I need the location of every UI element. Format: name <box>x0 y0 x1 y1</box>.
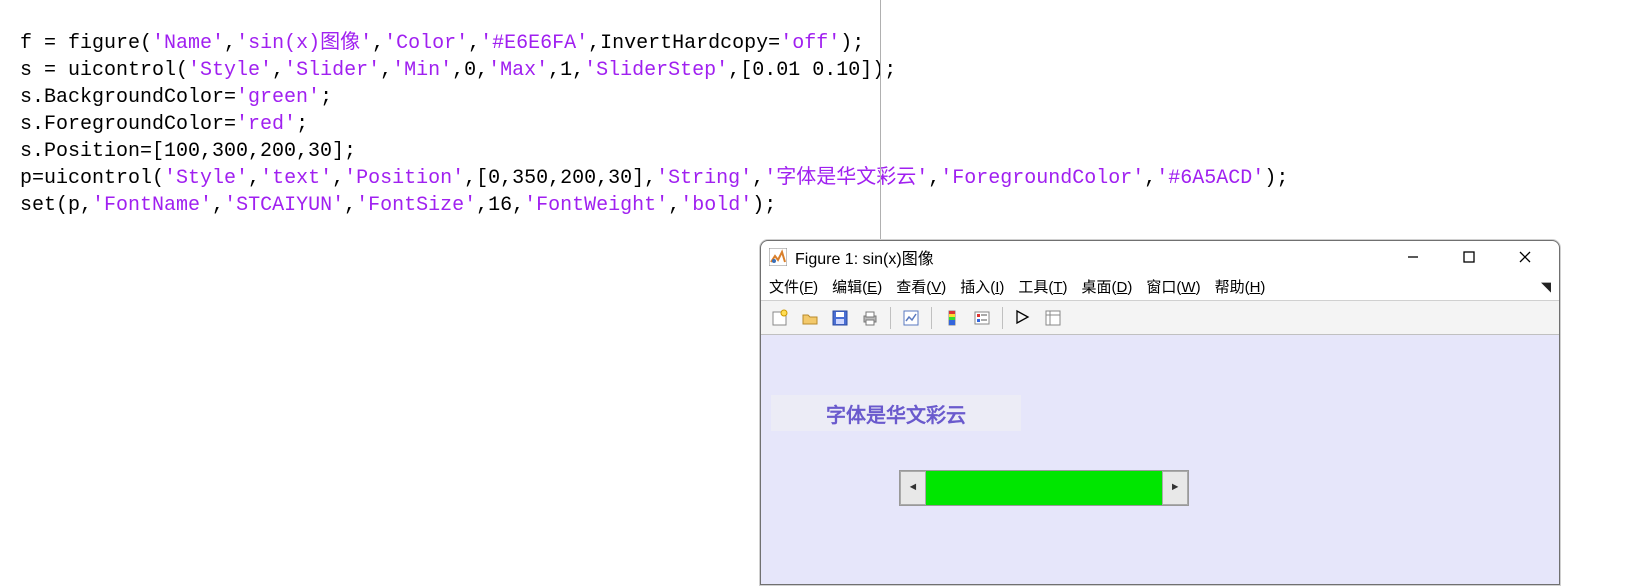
slider-right-arrow-icon[interactable]: ► <box>1162 471 1188 505</box>
code-line-6: p=uicontrol('Style','text','Position',[0… <box>20 167 1288 190</box>
menu-desktop[interactable]: 桌面(D) <box>1082 276 1133 297</box>
menu-edit[interactable]: 编辑(E) <box>832 276 882 297</box>
menu-view[interactable]: 查看(V) <box>896 276 946 297</box>
menu-insert[interactable]: 插入(I) <box>960 276 1004 297</box>
menu-file[interactable]: 文件(F) <box>769 276 818 297</box>
code-line-5: s.Position=[100,300,200,30]; <box>20 140 356 163</box>
open-icon[interactable] <box>797 305 823 331</box>
print-icon[interactable] <box>857 305 883 331</box>
link-plot-icon[interactable] <box>898 305 924 331</box>
figure-window: Figure 1: sin(x)图像 文件(F) 编辑(E) 查看(V) 插入(… <box>760 240 1560 585</box>
menu-chevron-icon[interactable]: ◥ <box>1541 279 1551 295</box>
figure-canvas: 字体是华文彩云 ◄ ► <box>761 335 1559 584</box>
code-line-4: s.ForegroundColor='red'; <box>20 113 308 136</box>
code-line-1: f = figure('Name','sin(x)图像','Color','#E… <box>20 32 864 55</box>
toolbar <box>761 301 1559 335</box>
edit-plot-icon[interactable] <box>1010 305 1036 331</box>
text-uicontrol: 字体是华文彩云 <box>771 395 1021 431</box>
minimize-button[interactable] <box>1395 243 1431 271</box>
close-button[interactable] <box>1507 243 1543 271</box>
menu-help[interactable]: 帮助(H) <box>1215 276 1266 297</box>
save-icon[interactable] <box>827 305 853 331</box>
insert-colorbar-icon[interactable] <box>939 305 965 331</box>
menu-tools[interactable]: 工具(T) <box>1018 276 1067 297</box>
slider-left-arrow-icon[interactable]: ◄ <box>900 471 926 505</box>
maximize-button[interactable] <box>1451 243 1487 271</box>
menu-bar: 文件(F) 编辑(E) 查看(V) 插入(I) 工具(T) 桌面(D) 窗口(W… <box>761 273 1559 301</box>
new-figure-icon[interactable] <box>767 305 793 331</box>
insert-legend-icon[interactable] <box>969 305 995 331</box>
slider-uicontrol[interactable]: ◄ ► <box>899 470 1189 506</box>
titlebar[interactable]: Figure 1: sin(x)图像 <box>761 241 1559 273</box>
slider-track[interactable] <box>926 471 1162 505</box>
code-line-3: s.BackgroundColor='green'; <box>20 86 332 109</box>
window-title: Figure 1: sin(x)图像 <box>795 245 1395 269</box>
code-editor[interactable]: f = figure('Name','sin(x)图像','Color','#E… <box>20 30 887 219</box>
pane-divider[interactable] <box>880 0 881 240</box>
code-line-7: set(p,'FontName','STCAIYUN','FontSize',1… <box>20 194 776 217</box>
property-inspector-icon[interactable] <box>1040 305 1066 331</box>
matlab-icon <box>769 248 787 266</box>
menu-window[interactable]: 窗口(W) <box>1146 276 1200 297</box>
code-line-2: s = uicontrol('Style','Slider','Min',0,'… <box>20 59 896 82</box>
